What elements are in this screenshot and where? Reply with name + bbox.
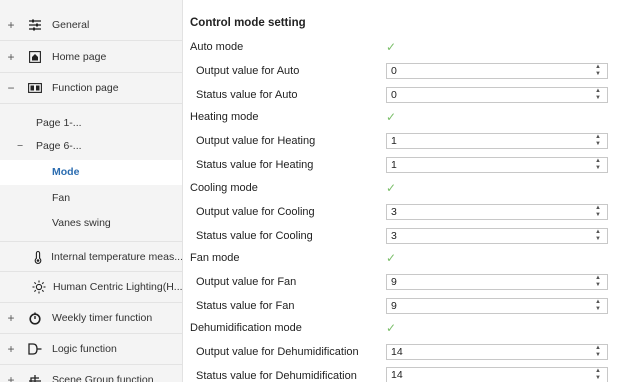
section-title: Control mode setting <box>190 17 306 29</box>
sidebar-item-label: General <box>52 19 90 31</box>
stepper-arrows-icon[interactable]: ▲ ▼ <box>594 134 602 148</box>
stepper-arrows-icon[interactable]: ▲ ▼ <box>594 345 602 359</box>
tree-item-fan[interactable]: Fan <box>52 186 70 210</box>
sidebar-item-scene-group[interactable]: + Scene Group function <box>0 365 182 382</box>
stepper-arrows-icon[interactable]: ▲ ▼ <box>594 299 602 313</box>
sidebar-item-label: Internal temperature meas... <box>51 250 183 263</box>
sidebar-item-label: Home page <box>52 51 107 63</box>
row-label: Auto mode <box>190 41 244 53</box>
sidebar-item-general[interactable]: + General <box>0 10 182 41</box>
row-label: Cooling mode <box>190 182 258 194</box>
collapse-icon[interactable]: − <box>17 140 29 152</box>
tree-item-vanes-swing[interactable]: Vanes swing <box>52 211 111 235</box>
sidebar-item-label: Logic function <box>52 343 117 355</box>
sidebar-item-logic-function[interactable]: + Logic function <box>0 334 182 365</box>
stepper-arrows-icon[interactable]: ▲ ▼ <box>594 368 602 382</box>
expand-icon[interactable]: + <box>0 373 22 382</box>
function-page-icon <box>26 81 44 95</box>
output-cooling-stepper[interactable]: 3 ▲ ▼ <box>386 204 608 220</box>
timer-icon <box>26 311 44 325</box>
stepper-value: 3 <box>391 230 397 242</box>
sun-icon <box>30 280 48 294</box>
tree-item-mode[interactable]: Mode <box>0 160 182 185</box>
stepper-value: 1 <box>391 159 397 171</box>
tree-item-label: Fan <box>52 192 71 204</box>
main-panel: Control mode setting Auto mode ✓ Output … <box>184 0 619 382</box>
tree-item-label: Page 1-... <box>36 117 82 129</box>
status-auto-stepper[interactable]: 0 ▲ ▼ <box>386 87 608 103</box>
row-label: Dehumidification mode <box>190 322 302 334</box>
sidebar-item-function-page[interactable]: − Function page <box>0 73 182 104</box>
fan-mode-checkbox[interactable]: ✓ <box>386 251 396 265</box>
status-cooling-stepper[interactable]: 3 ▲ ▼ <box>386 228 608 244</box>
stepper-value: 9 <box>391 300 397 312</box>
dehumidification-mode-checkbox[interactable]: ✓ <box>386 321 396 335</box>
expand-icon[interactable]: + <box>0 50 22 64</box>
stepper-value: 1 <box>391 135 397 147</box>
expand-icon[interactable]: + <box>0 342 22 356</box>
row-label: Status value for Auto <box>196 89 298 101</box>
sidebar-item-weekly-timer[interactable]: + Weekly timer function <box>0 303 182 334</box>
function-page-tree: Page 1-... − Page 6-... Mode Fan Vanes s… <box>0 105 182 236</box>
status-heating-stepper[interactable]: 1 ▲ ▼ <box>386 157 608 173</box>
expand-icon[interactable]: + <box>0 311 22 325</box>
scene-group-icon <box>26 373 44 382</box>
sidebar-item-label: Function page <box>52 82 119 94</box>
output-auto-stepper[interactable]: 0 ▲ ▼ <box>386 63 608 79</box>
row-label: Output value for Auto <box>196 65 300 77</box>
status-fan-stepper[interactable]: 9 ▲ ▼ <box>386 298 608 314</box>
sidebar-item-label: Human Centric Lighting(H... <box>53 281 183 293</box>
row-label: Output value for Cooling <box>196 206 315 218</box>
row-label: Status value for Fan <box>196 300 295 312</box>
collapse-icon[interactable]: − <box>0 81 22 95</box>
sidebar-item-home-page[interactable]: + Home page <box>0 42 182 73</box>
stepper-value: 14 <box>391 346 403 358</box>
heating-mode-checkbox[interactable]: ✓ <box>386 110 396 124</box>
row-label: Heating mode <box>190 111 259 123</box>
cooling-mode-checkbox[interactable]: ✓ <box>386 181 396 195</box>
row-label: Fan mode <box>190 252 240 264</box>
row-label: Output value for Dehumidification <box>196 346 359 358</box>
tree-item-label: Page 6-... <box>36 140 82 152</box>
output-fan-stepper[interactable]: 9 ▲ ▼ <box>386 274 608 290</box>
stepper-arrows-icon[interactable]: ▲ ▼ <box>594 88 602 102</box>
tree-item-page-1[interactable]: Page 1-... <box>36 111 82 135</box>
sidebar-item-human-centric-lighting[interactable]: Human Centric Lighting(H... <box>0 272 183 303</box>
sidebar-item-label: Scene Group function <box>52 374 154 382</box>
tree-item-label: Mode <box>52 166 80 178</box>
stepper-arrows-icon[interactable]: ▲ ▼ <box>594 205 602 219</box>
sidebar-item-label: Weekly timer function <box>52 312 153 324</box>
sidebar-item-internal-temperature[interactable]: Internal temperature meas... <box>0 241 183 272</box>
home-icon <box>26 50 44 64</box>
status-dehumidification-stepper[interactable]: 14 ▲ ▼ <box>386 367 608 382</box>
logic-icon <box>26 342 44 356</box>
tree-item-page-6[interactable]: − Page 6-... <box>17 134 82 158</box>
output-heating-stepper[interactable]: 1 ▲ ▼ <box>386 133 608 149</box>
auto-mode-checkbox[interactable]: ✓ <box>386 40 396 54</box>
row-label: Status value for Heating <box>196 159 314 171</box>
stepper-arrows-icon[interactable]: ▲ ▼ <box>594 229 602 243</box>
output-dehumidification-stepper[interactable]: 14 ▲ ▼ <box>386 344 608 360</box>
stepper-value: 3 <box>391 206 397 218</box>
stepper-value: 9 <box>391 276 397 288</box>
sidebar: + General + Home page − Function page Pa… <box>0 0 183 382</box>
tree-item-label: Vanes swing <box>52 217 111 229</box>
general-settings-icon <box>26 18 44 32</box>
stepper-value: 14 <box>391 369 403 381</box>
thermometer-icon <box>29 250 46 264</box>
row-label: Status value for Dehumidification <box>196 370 357 382</box>
stepper-arrows-icon[interactable]: ▲ ▼ <box>594 158 602 172</box>
stepper-arrows-icon[interactable]: ▲ ▼ <box>594 64 602 78</box>
row-label: Status value for Cooling <box>196 230 313 242</box>
row-label: Output value for Heating <box>196 135 316 147</box>
stepper-arrows-icon[interactable]: ▲ ▼ <box>594 275 602 289</box>
stepper-value: 0 <box>391 65 397 77</box>
row-label: Output value for Fan <box>196 276 297 288</box>
stepper-value: 0 <box>391 89 397 101</box>
expand-icon[interactable]: + <box>0 18 22 32</box>
